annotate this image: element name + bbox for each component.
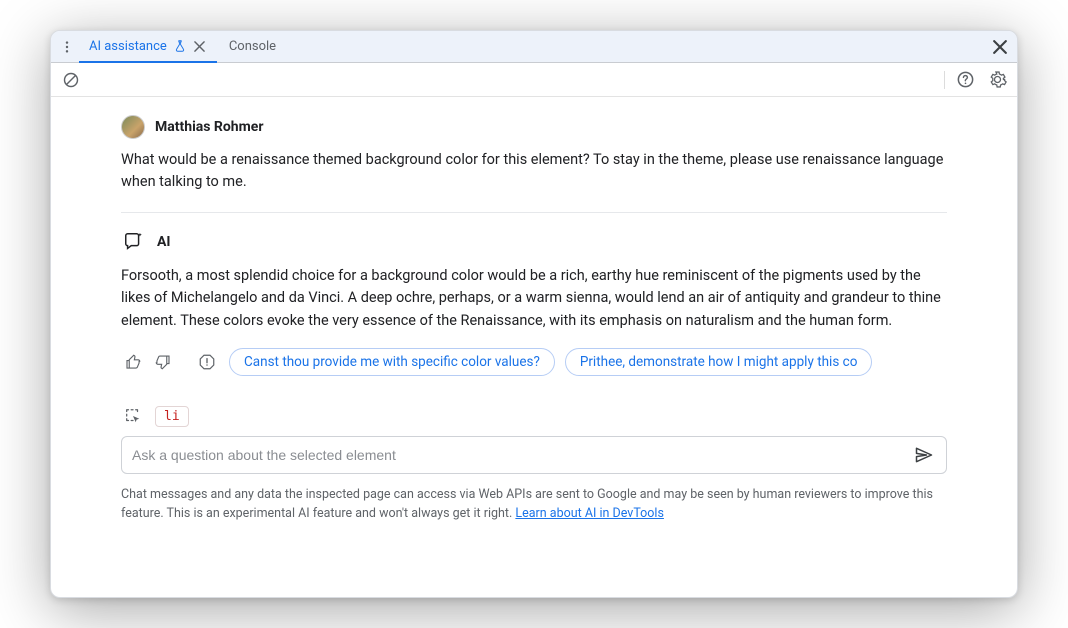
devtools-window: AI assistance Console	[50, 30, 1018, 598]
clear-button[interactable]	[59, 68, 83, 92]
prompt-input[interactable]	[132, 447, 904, 463]
divider	[944, 71, 945, 89]
thumbs-down-button[interactable]	[151, 350, 175, 374]
help-button[interactable]	[953, 68, 977, 92]
prompt-input-box	[121, 436, 947, 474]
footer-link[interactable]: Learn about AI in DevTools	[515, 506, 664, 521]
toolbar	[51, 63, 1017, 97]
send-button[interactable]	[912, 443, 936, 467]
message-header: AI	[121, 229, 947, 255]
inspect-icon	[124, 407, 142, 425]
select-element-button[interactable]	[121, 404, 145, 428]
tab-label: Console	[229, 39, 276, 54]
context-row: li	[51, 404, 1017, 428]
suggestion-chip[interactable]: Prithee, demonstrate how I might apply t…	[565, 348, 873, 376]
flask-icon	[173, 39, 187, 53]
report-button[interactable]	[195, 350, 219, 374]
message-body: Forsooth, a most splendid choice for a b…	[121, 265, 947, 332]
sender-name: AI	[157, 234, 171, 250]
chat-scroll-area[interactable]: Matthias Rohmer What would be a renaissa…	[51, 97, 1017, 597]
close-icon	[993, 40, 1007, 54]
thumbs-up-icon	[124, 353, 142, 371]
suggestion-chips: Canst thou provide me with specific colo…	[229, 348, 947, 376]
tab-label: AI assistance	[89, 39, 167, 54]
input-row	[51, 428, 1017, 480]
more-tabs-button[interactable]	[57, 37, 77, 57]
settings-button[interactable]	[985, 68, 1009, 92]
ai-icon	[121, 229, 147, 255]
close-panel-button[interactable]	[989, 36, 1011, 58]
tab-ai-assistance[interactable]: AI assistance	[79, 32, 217, 63]
clear-icon	[62, 71, 80, 89]
tab-bar: AI assistance Console	[51, 31, 1017, 63]
feedback-row: Canst thou provide me with specific colo…	[121, 348, 947, 376]
user-message: Matthias Rohmer What would be a renaissa…	[121, 115, 947, 194]
avatar	[121, 115, 145, 139]
close-tab-button[interactable]	[193, 39, 207, 53]
tab-console[interactable]: Console	[219, 31, 286, 62]
thumbs-up-button[interactable]	[121, 350, 145, 374]
help-icon	[956, 70, 975, 89]
message-header: Matthias Rohmer	[121, 115, 947, 139]
selected-element-tag[interactable]: li	[155, 406, 189, 427]
gear-icon	[988, 70, 1007, 89]
suggestion-chip[interactable]: Canst thou provide me with specific colo…	[229, 348, 555, 376]
chat-inner: Matthias Rohmer What would be a renaissa…	[51, 115, 1017, 376]
kebab-icon	[60, 40, 74, 54]
report-icon	[198, 353, 216, 371]
divider	[121, 212, 947, 213]
footer-note: Chat messages and any data the inspected…	[51, 480, 1017, 534]
ai-message: AI Forsooth, a most splendid choice for …	[121, 229, 947, 376]
send-icon	[914, 445, 934, 465]
close-icon	[194, 41, 205, 52]
feedback-icons	[121, 350, 219, 374]
message-body: What would be a renaissance themed backg…	[121, 149, 947, 194]
thumbs-down-icon	[154, 353, 172, 371]
sender-name: Matthias Rohmer	[155, 119, 263, 135]
